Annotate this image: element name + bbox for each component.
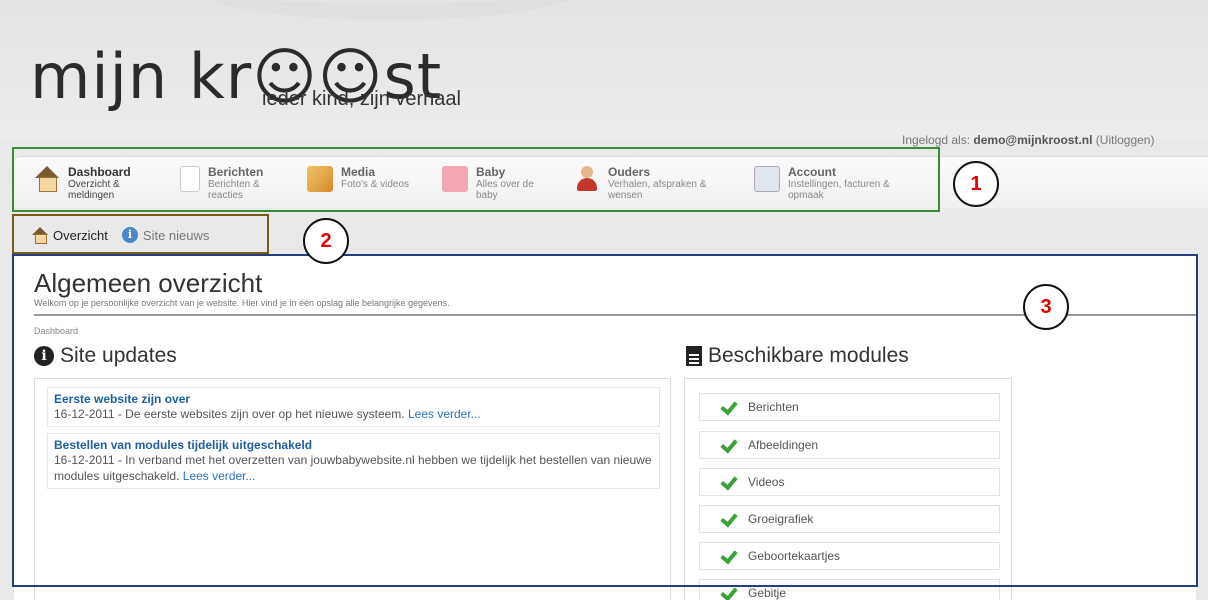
module-label: Berichten	[748, 400, 799, 414]
checkmark-icon	[722, 512, 738, 526]
checkmark-icon	[722, 549, 738, 563]
subnav-item-overzicht[interactable]: Overzicht	[32, 227, 108, 244]
annotation-marker-1: 1	[953, 161, 999, 207]
updates-heading: i Site updates	[34, 344, 177, 368]
nav-item-account[interactable]: Account Instellingen, facturen & opmaak	[754, 166, 928, 201]
page-title: Algemeen overzicht	[34, 268, 263, 298]
sub-nav: Overzicht i Site nieuws	[14, 220, 223, 250]
read-more-link[interactable]: Lees verder...	[183, 469, 256, 483]
nav-item-media[interactable]: Media Foto's & videos	[307, 166, 441, 192]
document-icon	[686, 346, 702, 366]
module-label: Groeigrafiek	[748, 512, 814, 526]
module-label: Afbeeldingen	[748, 438, 819, 452]
nav-title: Media	[341, 165, 376, 179]
info-icon: i	[121, 227, 138, 243]
module-item[interactable]: Groeigrafiek	[699, 505, 1000, 533]
annotation-marker-2: 2	[303, 218, 349, 264]
header: mijn kr☺☺st ieder kind, zijn verhaal	[0, 0, 1208, 140]
checkmark-icon	[722, 438, 738, 452]
account-card-icon	[754, 166, 780, 192]
module-item[interactable]: Videos	[699, 468, 1000, 496]
modules-heading: Beschikbare modules	[686, 344, 909, 368]
updates-panel: Eerste website zijn over 16-12-2011 - De…	[34, 378, 671, 600]
checkmark-icon	[722, 475, 738, 489]
house-icon	[32, 227, 48, 244]
subnav-label: Site nieuws	[142, 227, 210, 243]
nav-title: Ouders	[608, 165, 651, 179]
breadcrumb[interactable]: Dashboard	[34, 326, 78, 336]
nav-item-baby[interactable]: Baby Alles over de baby	[442, 166, 556, 201]
module-item[interactable]: Afbeeldingen	[699, 431, 1000, 459]
subnav-item-site-nieuws[interactable]: i Site nieuws	[121, 227, 210, 243]
nav-subtitle: Alles over de baby	[476, 179, 534, 201]
nav-subtitle: Foto's & videos	[341, 179, 410, 190]
module-item[interactable]: Gebitje	[699, 579, 1000, 600]
login-user: demo@mijnkroost.nl	[973, 133, 1093, 147]
content-panel: Algemeen overzicht Welkom op je persoonl…	[14, 256, 1198, 600]
modules-panel: Berichten Afbeeldingen Videos Groeigrafi…	[684, 378, 1012, 600]
nav-subtitle: Berichten & reacties	[208, 179, 260, 201]
logout-link[interactable]: (Uitloggen)	[1096, 133, 1155, 147]
annotation-marker-3: 3	[1023, 284, 1069, 330]
house-icon	[34, 166, 60, 192]
nav-subtitle: Instellingen, facturen & opmaak	[788, 179, 890, 201]
update-title[interactable]: Bestellen van modules tijdelijk uitgesch…	[54, 438, 653, 452]
subnav-label: Overzicht	[53, 227, 108, 243]
update-title[interactable]: Eerste website zijn over	[54, 392, 653, 406]
person-icon	[574, 166, 600, 192]
main-content: Algemeen overzicht Welkom op je persoonl…	[14, 256, 1198, 600]
baby-icon	[442, 166, 468, 192]
update-text: 16-12-2011 - De eerste websites zijn ove…	[54, 407, 405, 421]
updates-heading-text: Site updates	[60, 344, 177, 367]
nav-title: Account	[788, 165, 836, 179]
info-icon: i	[34, 346, 54, 366]
module-label: Videos	[748, 475, 785, 489]
nav-title: Dashboard	[68, 165, 131, 179]
nav-subtitle: Verhalen, afspraken & wensen	[608, 179, 707, 201]
checkmark-icon	[722, 586, 738, 600]
login-prefix: Ingelogd als:	[902, 133, 974, 147]
nav-item-dashboard[interactable]: Dashboard Overzicht & meldingen	[34, 166, 138, 201]
update-body: 16-12-2011 - De eerste websites zijn ove…	[54, 406, 653, 422]
update-item: Eerste website zijn over 16-12-2011 - De…	[47, 387, 660, 427]
module-label: Geboortekaartjes	[748, 549, 841, 563]
nav-title: Berichten	[208, 165, 264, 179]
nav-subtitle: Overzicht & meldingen	[68, 179, 120, 201]
media-icon	[307, 166, 333, 192]
read-more-link[interactable]: Lees verder...	[408, 407, 481, 421]
document-icon	[180, 166, 200, 192]
header-decoration	[200, 0, 580, 20]
module-item[interactable]: Geboortekaartjes	[699, 542, 1000, 570]
modules-heading-text: Beschikbare modules	[708, 344, 909, 367]
nav-item-berichten[interactable]: Berichten Berichten & reacties	[180, 166, 282, 201]
login-status: Ingelogd als: demo@mijnkroost.nl (Uitlog…	[902, 133, 1154, 147]
module-item[interactable]: Berichten	[699, 393, 1000, 421]
main-nav: Dashboard Overzicht & meldingen Berichte…	[14, 156, 1208, 208]
update-text: 16-12-2011 - In verband met het overzett…	[54, 453, 652, 483]
update-body: 16-12-2011 - In verband met het overzett…	[54, 452, 653, 484]
module-label: Gebitje	[748, 586, 787, 600]
update-item: Bestellen van modules tijdelijk uitgesch…	[47, 433, 660, 489]
checkmark-icon	[722, 400, 738, 414]
site-tagline: ieder kind, zijn verhaal	[262, 88, 461, 110]
nav-item-ouders[interactable]: Ouders Verhalen, afspraken & wensen	[574, 166, 738, 201]
nav-title: Baby	[476, 165, 506, 179]
page-subtitle: Welkom op je persoonlijke overzicht van …	[34, 298, 450, 308]
